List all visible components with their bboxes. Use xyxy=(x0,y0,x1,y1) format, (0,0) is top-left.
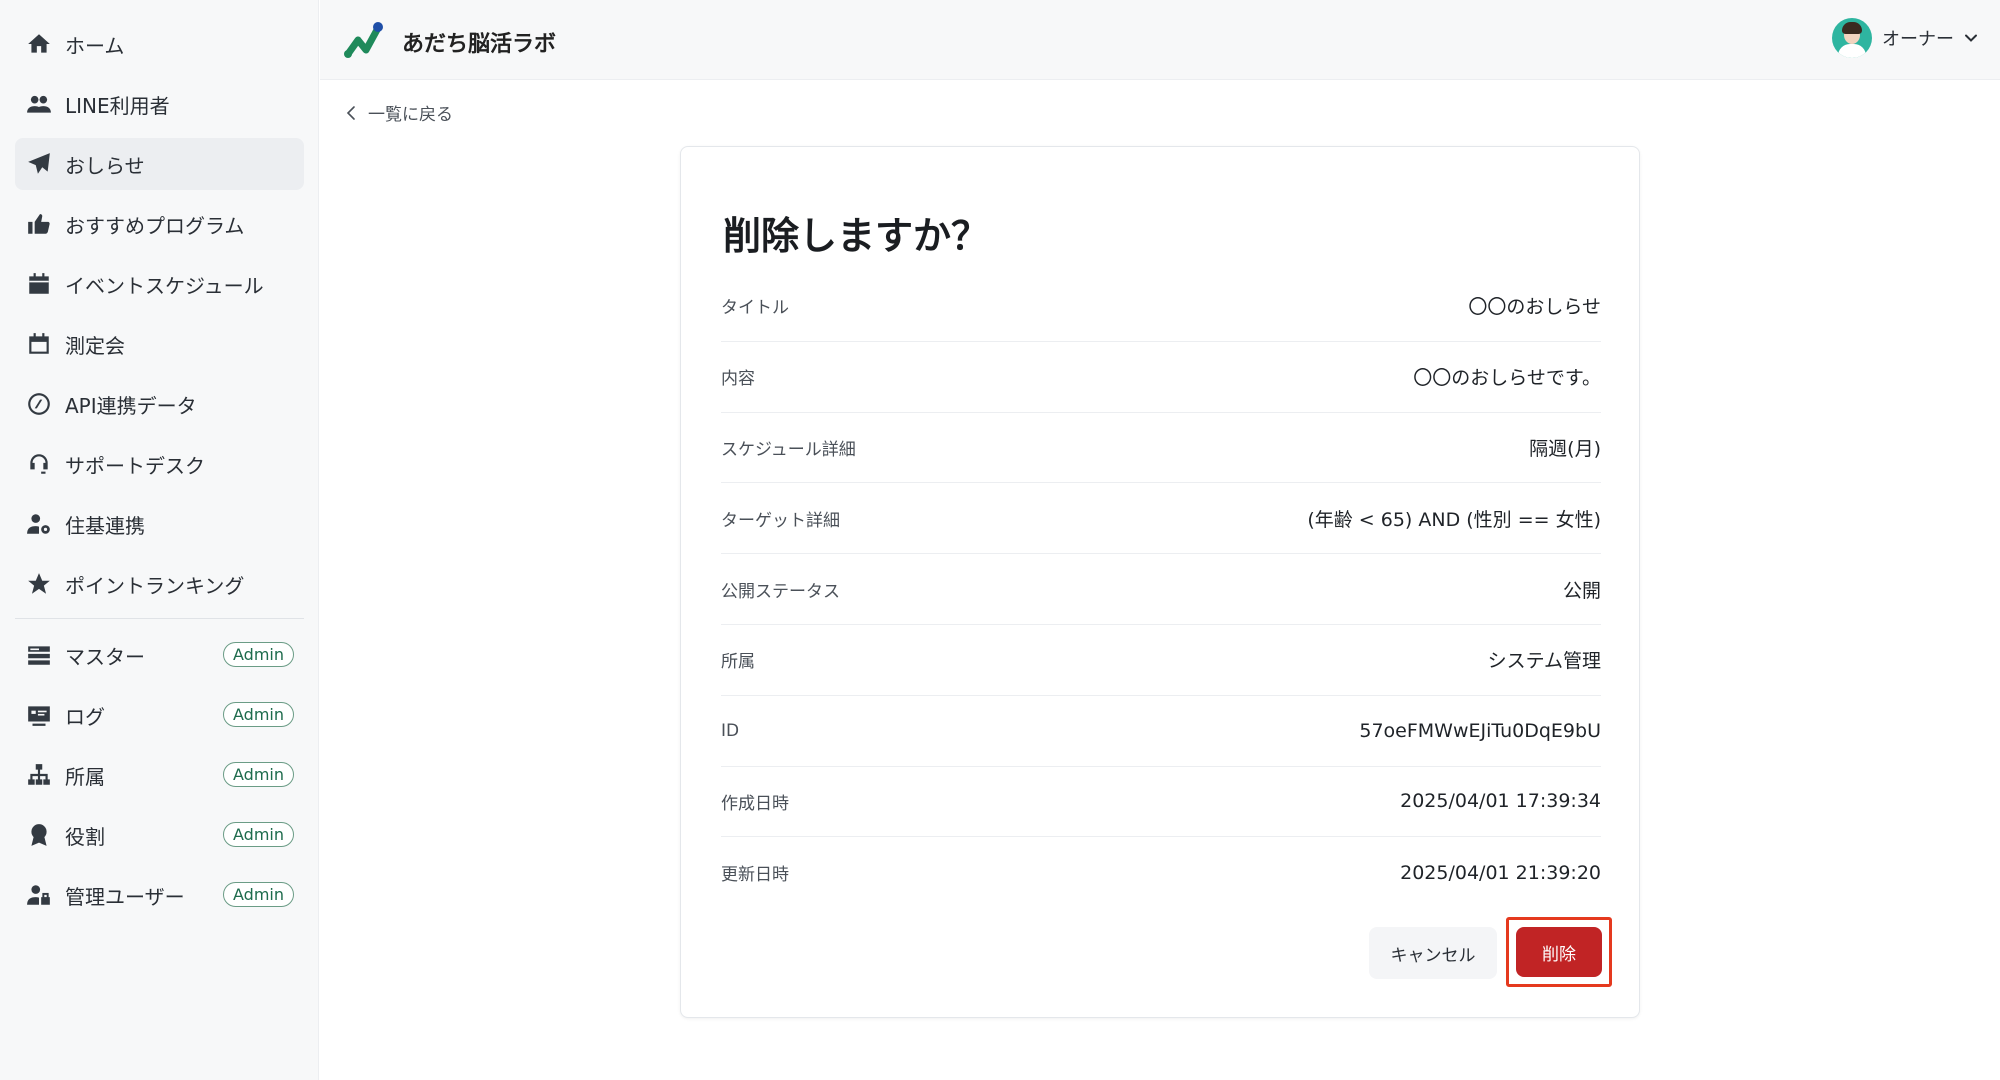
home-icon xyxy=(25,30,53,58)
sidebar: ホーム LINE利用者 おしらせ おすすめプログラム イベントスケジュール 測定… xyxy=(0,0,319,1080)
sidebar-item-label: ホーム xyxy=(65,33,125,58)
back-to-list-link[interactable]: 一覧に戻る xyxy=(344,100,453,125)
delete-button[interactable]: 削除 xyxy=(1516,927,1602,977)
sidebar-item-label: ログ xyxy=(65,704,105,729)
brand-name: あだち脳活ラボ xyxy=(402,32,557,57)
delete-confirm-card: 削除しますか？ タイトル 〇〇のおしらせ 内容 〇〇のおしらせです。 スケジュー… xyxy=(680,146,1640,1018)
detail-row-status: 公開ステータス 公開 xyxy=(721,554,1601,625)
detail-row-created-at: 作成日時 2025/04/01 17:39:34 xyxy=(721,767,1601,838)
detail-label: 更新日時 xyxy=(721,865,789,886)
detail-label: ID xyxy=(721,720,740,741)
sidebar-item-organization[interactable]: 所属 Admin xyxy=(15,749,304,801)
chevron-down-icon xyxy=(1965,34,1977,42)
sidebar-item-label: 測定会 xyxy=(65,333,125,358)
sidebar-item-recommended-programs[interactable]: おすすめプログラム xyxy=(15,198,304,250)
admin-badge: Admin xyxy=(223,822,294,847)
detail-label: 作成日時 xyxy=(721,793,789,814)
sidebar-item-log[interactable]: ログ Admin xyxy=(15,689,304,741)
detail-value: 隔週(月) xyxy=(1529,437,1601,460)
user-name: オーナー xyxy=(1882,29,1954,50)
sidebar-item-measurement[interactable]: 測定会 xyxy=(15,318,304,370)
detail-value: 2025/04/01 21:39:20 xyxy=(1400,861,1601,884)
detail-value: 公開 xyxy=(1562,579,1601,602)
detail-label: 公開ステータス xyxy=(721,581,840,602)
detail-label: タイトル xyxy=(721,298,789,319)
user-gear-icon xyxy=(25,510,53,538)
avatar xyxy=(1832,18,1872,58)
star-icon xyxy=(25,570,53,598)
api-icon xyxy=(25,390,53,418)
sidebar-item-label: サポートデスク xyxy=(65,453,205,478)
sidebar-item-label: おすすめプログラム xyxy=(65,213,245,238)
top-header: あだち脳活ラボ オーナー xyxy=(320,0,2000,80)
sidebar-item-master[interactable]: マスター Admin xyxy=(15,629,304,681)
sidebar-item-roles[interactable]: 役割 Admin xyxy=(15,809,304,861)
sidebar-item-line-users[interactable]: LINE利用者 xyxy=(15,78,304,130)
detail-label: 所属 xyxy=(721,652,755,673)
sidebar-item-label: マスター xyxy=(65,644,145,669)
sidebar-item-label: 役割 xyxy=(65,824,105,849)
sidebar-item-api-data[interactable]: API連携データ xyxy=(15,378,304,430)
sidebar-item-event-schedule[interactable]: イベントスケジュール xyxy=(15,258,304,310)
sidebar-item-admin-users[interactable]: 管理ユーザー Admin xyxy=(15,869,304,921)
brand-logo-icon xyxy=(344,22,383,58)
chevron-left-icon xyxy=(346,105,355,120)
detail-label: ターゲット詳細 xyxy=(721,510,840,531)
detail-row-updated-at: 更新日時 2025/04/01 21:39:20 xyxy=(721,837,1601,908)
sidebar-item-label: イベントスケジュール xyxy=(65,273,264,298)
detail-value: 2025/04/01 17:39:34 xyxy=(1400,790,1601,813)
dialog-title: 削除しますか？ xyxy=(723,214,990,258)
sidebar-item-label: LINE利用者 xyxy=(65,93,170,118)
sidebar-item-label: 管理ユーザー xyxy=(65,884,185,909)
sidebar-item-label: API連携データ xyxy=(65,393,197,418)
users-icon xyxy=(25,90,53,118)
sidebar-item-home[interactable]: ホーム xyxy=(15,18,304,70)
org-icon xyxy=(25,761,53,789)
sidebar-item-label: 住基連携 xyxy=(65,513,145,538)
thumbs-up-icon xyxy=(25,210,53,238)
sidebar-item-support-desk[interactable]: サポートデスク xyxy=(15,438,304,490)
sidebar-item-label: 所属 xyxy=(65,764,105,789)
sidebar-divider xyxy=(15,618,304,619)
back-link-label: 一覧に戻る xyxy=(368,105,453,125)
detail-row-title: タイトル 〇〇のおしらせ xyxy=(721,271,1601,342)
detail-value: 〇〇のおしらせ xyxy=(1468,296,1601,319)
detail-label: スケジュール詳細 xyxy=(721,439,856,460)
detail-row-schedule: スケジュール詳細 隔週(月) xyxy=(721,413,1601,484)
admin-badge: Admin xyxy=(223,762,294,787)
admin-badge: Admin xyxy=(223,882,294,907)
admin-user-icon xyxy=(25,881,53,909)
detail-row-content: 内容 〇〇のおしらせです。 xyxy=(721,342,1601,413)
headset-icon xyxy=(25,450,53,478)
user-menu[interactable]: オーナー xyxy=(1832,18,1978,58)
admin-badge: Admin xyxy=(223,642,294,667)
detail-value: (年齢 < 65) AND (性別 == 女性) xyxy=(1307,508,1601,531)
app-root: ホーム LINE利用者 おしらせ おすすめプログラム イベントスケジュール 測定… xyxy=(0,0,2000,1080)
detail-row-organization: 所属 システム管理 xyxy=(721,625,1601,696)
detail-value: システム管理 xyxy=(1487,650,1601,673)
cancel-button[interactable]: キャンセル xyxy=(1369,927,1497,979)
detail-list: タイトル 〇〇のおしらせ 内容 〇〇のおしらせです。 スケジュール詳細 隔週(月… xyxy=(721,271,1601,908)
calendar-filled-icon xyxy=(25,270,53,298)
sidebar-item-point-ranking[interactable]: ポイントランキング xyxy=(15,558,304,610)
sidebar-item-resident-registry[interactable]: 住基連携 xyxy=(15,498,304,550)
detail-value: 57oeFMWwEJiTu0DqE9bU xyxy=(1359,719,1601,742)
paper-plane-icon xyxy=(25,150,53,178)
sidebar-item-notices[interactable]: おしらせ xyxy=(15,138,304,190)
sidebar-item-label: おしらせ xyxy=(65,153,145,178)
admin-badge: Admin xyxy=(223,702,294,727)
sidebar-item-label: ポイントランキング xyxy=(65,573,245,598)
log-icon xyxy=(25,701,53,729)
detail-label: 内容 xyxy=(721,369,755,390)
detail-row-target: ターゲット詳細 (年齢 < 65) AND (性別 == 女性) xyxy=(721,483,1601,555)
detail-value: 〇〇のおしらせです。 xyxy=(1413,367,1601,390)
calendar-outline-icon xyxy=(25,330,53,358)
award-icon xyxy=(25,821,53,849)
master-icon xyxy=(25,641,53,669)
detail-row-id: ID 57oeFMWwEJiTu0DqE9bU xyxy=(721,696,1601,767)
